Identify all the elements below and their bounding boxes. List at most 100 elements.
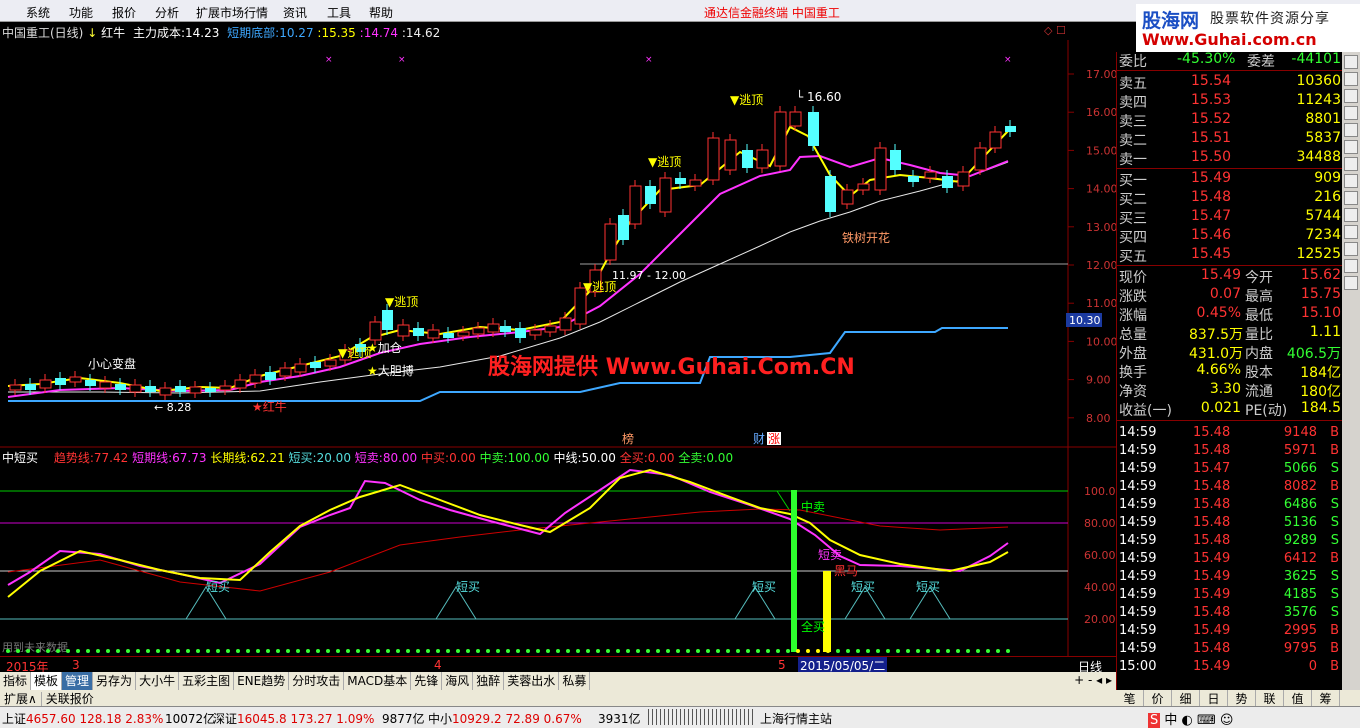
star-icon[interactable] <box>1344 191 1358 205</box>
tab-indicator-2[interactable]: 管理 <box>62 672 94 690</box>
signal-dot <box>76 649 80 653</box>
tick-row: 14:59 15.49 2995 B <box>1119 623 1339 638</box>
tab-indicator-1[interactable]: 模板 <box>31 672 63 690</box>
candle-body <box>85 380 96 386</box>
indicator-chart[interactable]: 100.0 80.00 60.00 40.00 20.00 中卖 短卖 黑马 短买 短买… <box>0 448 1116 656</box>
quote-tab-6[interactable]: 值 <box>1284 690 1312 707</box>
menu-quote[interactable]: 报价 <box>112 4 136 21</box>
right-toolbar[interactable] <box>1342 52 1360 690</box>
quote-tab-2[interactable]: 细 <box>1172 690 1200 707</box>
signal-dot <box>896 649 900 653</box>
tab-related[interactable]: 关联报价 <box>42 692 98 706</box>
signal-dot <box>266 649 270 653</box>
stat-row: 换手 4.66% 股本 184亿 <box>1119 362 1341 381</box>
svg-text:▼逃顶: ▼逃顶 <box>730 93 763 107</box>
tab-indicator-5[interactable]: 五彩主图 <box>179 672 235 690</box>
zoom-in-icon[interactable] <box>1344 242 1358 256</box>
quote-tab-1[interactable]: 价 <box>1144 690 1172 707</box>
tick-row: 14:59 15.48 5971 B <box>1119 443 1339 458</box>
signal-dot <box>936 649 940 653</box>
tab-indicator-11[interactable]: 独醉 <box>473 672 505 690</box>
quote-tab-7[interactable]: 筹 <box>1312 690 1340 707</box>
tab-indicator-0[interactable]: 指标 <box>0 672 32 690</box>
candle-body <box>9 384 22 391</box>
ob-row: 买五 15.45 12525 <box>1119 246 1341 265</box>
tab-indicator-10[interactable]: 海风 <box>442 672 474 690</box>
candle-body <box>515 328 526 338</box>
signal-dot <box>296 649 300 653</box>
server-label: 上海行情主站 <box>760 712 833 726</box>
menu-system[interactable]: 系统 <box>26 4 50 21</box>
stat-row: 涨幅 0.45% 最低 15.10 <box>1119 305 1341 324</box>
date-axis: 2015年 3 4 5 2015/05/05/二 日线 <box>0 656 1116 674</box>
rss-icon[interactable] <box>1344 225 1358 239</box>
menu-ext-market[interactable]: 扩展市场行情 <box>196 4 268 21</box>
signal-dot <box>506 649 510 653</box>
signal-dot <box>776 649 780 653</box>
flag-icon[interactable] <box>1344 208 1358 222</box>
tab-indicator-7[interactable]: 分时攻击 <box>289 672 345 690</box>
tab-indicator-13[interactable]: 私募 <box>559 672 591 690</box>
tab-indicator-8[interactable]: MACD基本 <box>344 672 412 690</box>
zoom-out-icon[interactable] <box>1344 259 1358 273</box>
tab-indicator-4[interactable]: 大小牛 <box>136 672 180 690</box>
signal-dot <box>316 649 320 653</box>
quote-tab-5[interactable]: 联 <box>1256 690 1284 707</box>
price-tick: 11.00 <box>1086 297 1116 310</box>
tab-indicator-9[interactable]: 先锋 <box>411 672 443 690</box>
signal-dot <box>186 649 190 653</box>
candle-body <box>774 111 787 167</box>
logo-url: Www.Guhai.com.cn <box>1142 30 1317 49</box>
candle-body <box>942 176 953 188</box>
zhang-marker[interactable]: 涨 <box>768 431 780 446</box>
quote-tab-0[interactable]: 笔 <box>1116 690 1144 707</box>
quote-tab-3[interactable]: 日 <box>1200 690 1228 707</box>
signal-dot <box>166 649 170 653</box>
ind-tick: 20.00 <box>1084 613 1116 626</box>
main-chart-info: 中国重工(日线) ↓ 红牛 主力成本:14.23 短期底部:10.27 :15.… <box>2 26 441 40</box>
tab-indicator-3[interactable]: 另存为 <box>93 672 137 690</box>
price-chart[interactable]: 17.00 16.00 15.00 14.00 13.00 12.00 11.00 10.00… <box>0 40 1116 448</box>
signal-dot <box>546 649 550 653</box>
candle-body <box>529 329 542 336</box>
ob-row: 卖四 15.53 11243 <box>1119 92 1341 111</box>
candle-body <box>427 329 440 339</box>
chart-icon[interactable] <box>1344 89 1358 103</box>
tab-scroll-controls[interactable]: + - ◂ ▸ <box>1074 673 1112 687</box>
menu-news[interactable]: 资讯 <box>283 4 307 21</box>
pan-icon[interactable] <box>1344 276 1358 290</box>
menu-function[interactable]: 功能 <box>69 4 93 21</box>
plus-icon[interactable] <box>1344 140 1358 154</box>
logo-slogan: 股票软件资源分享 <box>1210 11 1330 27</box>
bang-marker[interactable]: 榜 <box>622 431 634 446</box>
tab-indicator-12[interactable]: 芙蓉出水 <box>504 672 560 690</box>
chart-window-controls[interactable]: ◇ ☐ <box>1044 24 1066 37</box>
signal-dot <box>96 649 100 653</box>
menu-help[interactable]: 帮助 <box>369 4 393 21</box>
pin-icon[interactable] <box>1344 157 1358 171</box>
signal-dot <box>856 649 860 653</box>
cai-marker[interactable]: 财 <box>753 432 765 446</box>
candle-body <box>559 317 572 331</box>
watermark: 股海网提供 Www.Guhai.Com.CN <box>488 354 855 380</box>
menu-tools[interactable]: 工具 <box>327 4 351 21</box>
tab-extend[interactable]: 扩展∧ <box>0 692 42 706</box>
quote-tab-4[interactable]: 势 <box>1228 690 1256 707</box>
signal-dot <box>236 649 240 653</box>
signal-dot <box>26 649 30 653</box>
tab-indicator-6[interactable]: ENE趋势 <box>234 672 290 690</box>
zoom-icon[interactable] <box>1344 174 1358 188</box>
ob-row: 卖一 15.50 34488 <box>1119 149 1341 168</box>
arrow-icon[interactable] <box>1344 55 1358 69</box>
bars-icon[interactable] <box>1344 123 1358 137</box>
swap-icon[interactable] <box>1344 106 1358 120</box>
signal-dot <box>416 649 420 653</box>
signal-dot <box>46 649 50 653</box>
candle-body <box>675 178 686 184</box>
signal-dot <box>246 649 250 653</box>
ime-icon[interactable]: S 中 ◐ ⌨ ☺ <box>1148 709 1233 728</box>
candle-body <box>500 326 511 332</box>
menu-analysis[interactable]: 分析 <box>155 4 179 21</box>
grid-icon[interactable] <box>1344 72 1358 86</box>
signal-dot <box>206 649 210 653</box>
